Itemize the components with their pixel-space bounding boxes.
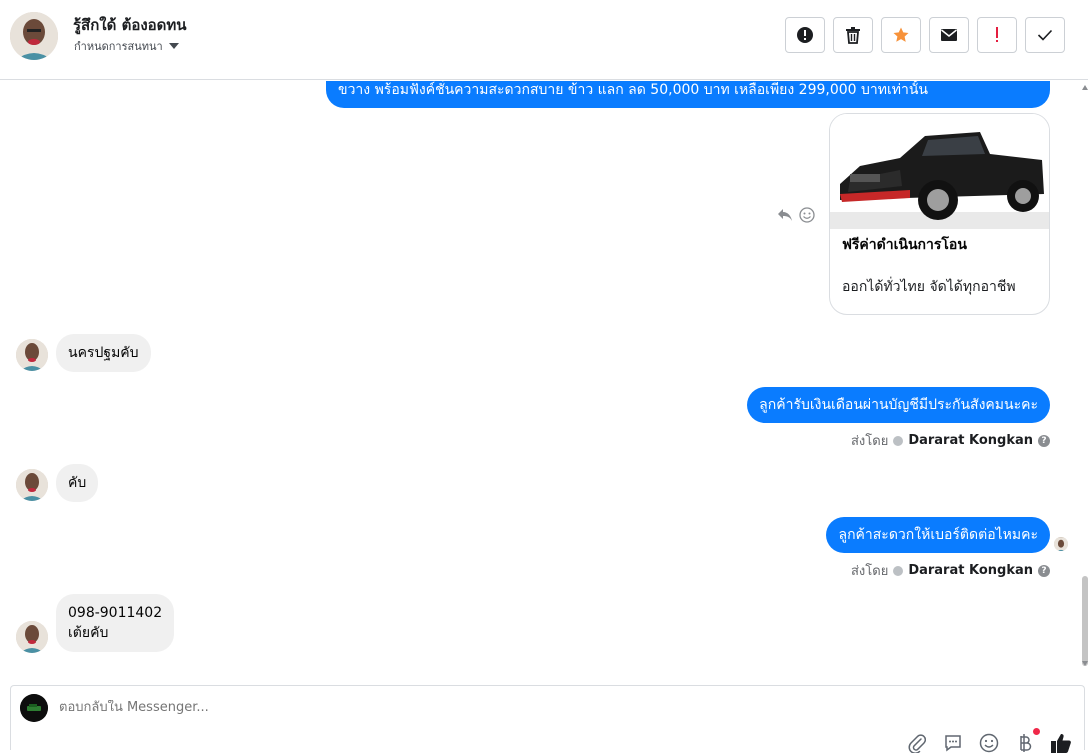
page-avatar (20, 694, 48, 722)
contact-mini-avatar[interactable] (16, 469, 48, 501)
conversation-header: รู้สึกใด้ ต้องอดทน กำหนดการสนทนา (0, 0, 1088, 80)
contact-avatar[interactable] (10, 12, 58, 60)
conversation-settings-dropdown[interactable]: กำหนดการสนทนา (74, 37, 179, 55)
check-icon (1037, 29, 1053, 41)
message-thread[interactable]: ขวาง พร้อมฟังค์ชั่นความสะดวกสบาย ข้าว แล… (0, 81, 1088, 671)
attach-button[interactable] (906, 732, 928, 754)
exclamation-icon (996, 27, 998, 42)
message-text: ลูกค้ารับเงินเดือนผ่านบัญชีมีประกันสังคม… (759, 397, 1038, 413)
contact-name: รู้สึกใด้ ต้องอดทน (73, 16, 187, 34)
saved-replies-button[interactable] (942, 732, 964, 754)
card-title: ฟรีค่าดำเนินการโอน (842, 237, 967, 253)
sent-by-label: ส่งโดย Dararat Kongkan ? (851, 560, 1050, 581)
emoji-reaction-icon[interactable] (799, 207, 815, 223)
reply-input[interactable] (59, 700, 759, 715)
message-outgoing: ลูกค้ารับเงินเดือนผ่านบัญชีมีประกันสังคม… (747, 387, 1050, 423)
paperclip-icon (908, 734, 926, 753)
product-image (830, 114, 1049, 229)
mark-unread-button[interactable] (977, 17, 1017, 53)
help-icon[interactable]: ? (1038, 564, 1050, 577)
message-text: ขวาง พร้อมฟังค์ชั่นความสะดวกสบาย ข้าว แล… (338, 82, 929, 98)
message-text: ลูกค้าสะดวกให้เบอร์ติดต่อไหมคะ (838, 527, 1038, 543)
saved-replies-icon (945, 735, 961, 752)
card-subtitle: ออกได้ทั่วไทย จัดได้ทุกอาชีพ (842, 279, 1016, 295)
reply-composer (10, 685, 1085, 753)
contact-mini-avatar[interactable] (16, 339, 48, 371)
thread-scrollbar[interactable] (1082, 81, 1088, 671)
emoji-icon (979, 733, 999, 753)
conversation-settings-label: กำหนดการสนทนา (74, 40, 163, 53)
mark-done-button[interactable] (1025, 17, 1065, 53)
notification-dot (1033, 728, 1040, 735)
message-text-line: เต้ยคับ (68, 625, 109, 641)
trash-icon (846, 27, 860, 44)
scroll-thumb[interactable] (1082, 576, 1088, 666)
contact-mini-avatar[interactable] (16, 621, 48, 653)
star-button[interactable] (881, 17, 921, 53)
seen-check-icon (893, 565, 904, 576)
delete-button[interactable] (833, 17, 873, 53)
message-outgoing: ลูกค้าสะดวกให้เบอร์ติดต่อไหมคะ (826, 517, 1050, 553)
like-button[interactable] (1050, 732, 1072, 754)
seen-avatar (1054, 537, 1068, 551)
mail-icon (941, 29, 957, 41)
email-button[interactable] (929, 17, 969, 53)
star-icon (893, 27, 909, 42)
message-text-line: 098-9011402 (68, 605, 163, 621)
reply-icon[interactable] (777, 208, 793, 222)
message-incoming: 098-9011402 เต้ยคับ (56, 594, 175, 652)
mark-spam-button[interactable] (785, 17, 825, 53)
message-text: คับ (68, 475, 87, 491)
alert-circle-icon (797, 27, 813, 43)
message-incoming: นครปฐมคับ (56, 334, 151, 372)
message-actions (777, 207, 815, 223)
baht-icon (1020, 734, 1032, 752)
composer-tools (906, 728, 1072, 754)
scroll-down-icon[interactable] (1082, 661, 1088, 666)
scroll-up-icon[interactable] (1082, 85, 1088, 90)
seen-check-icon (893, 435, 904, 446)
caret-down-icon (168, 43, 179, 49)
emoji-button[interactable] (978, 732, 1000, 754)
sent-by-prefix: ส่งโดย (850, 434, 889, 449)
sent-by-prefix: ส่งโดย (850, 564, 889, 579)
message-outgoing: ขวาง พร้อมฟังค์ชั่นความสะดวกสบาย ข้าว แล… (326, 81, 1050, 108)
sender-name: Dararat Kongkan (908, 563, 1033, 578)
sender-name: Dararat Kongkan (908, 433, 1033, 448)
payment-button[interactable] (1014, 728, 1040, 754)
help-icon[interactable]: ? (1038, 434, 1050, 447)
sent-by-label: ส่งโดย Dararat Kongkan ? (851, 430, 1050, 451)
product-card[interactable]: ฟรีค่าดำเนินการโอน ออกได้ทั่วไทย จัดได้ท… (829, 113, 1050, 315)
like-icon (1051, 734, 1071, 753)
message-text: นครปฐมคับ (68, 345, 139, 361)
header-actions (785, 17, 1065, 53)
message-incoming: คับ (56, 464, 99, 502)
